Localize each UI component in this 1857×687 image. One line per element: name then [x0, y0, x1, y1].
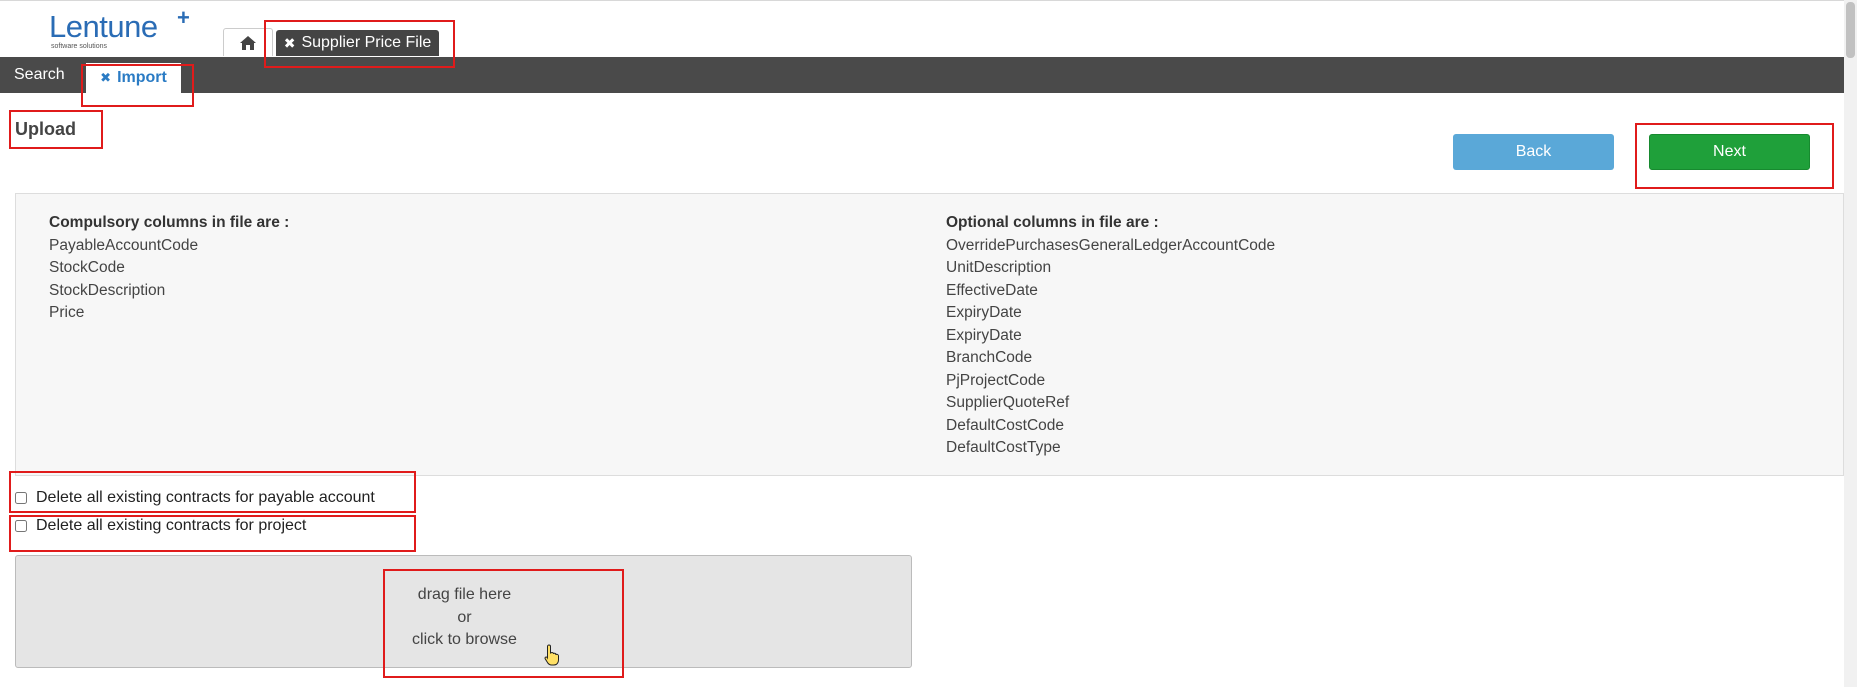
optional-column-item: DefaultCostType — [946, 439, 1061, 456]
compulsory-heading: Compulsory columns in file are : — [49, 214, 290, 231]
compulsory-columns: Compulsory columns in file are : Payable… — [49, 212, 289, 325]
optional-heading: Optional columns in file are : — [946, 214, 1159, 231]
subnav-tab-search[interactable]: Search — [14, 66, 65, 84]
logo-text: Lentune — [49, 9, 158, 44]
annotation-box — [9, 110, 103, 149]
annotation-box — [1635, 123, 1834, 189]
compulsory-column-item: Price — [49, 304, 85, 321]
optional-column-item: ExpiryDate — [946, 304, 1022, 321]
optional-column-item: DefaultCostCode — [946, 416, 1065, 434]
logo-tagline: software solutions — [51, 43, 108, 50]
optional-column-item: EffectiveDate — [946, 281, 1038, 299]
annotation-box — [383, 569, 624, 678]
top-border — [0, 0, 1857, 1]
optional-column-item: SupplierQuoteRef — [946, 394, 1070, 411]
logo: Lentune + software solutions — [49, 5, 190, 50]
compulsory-column-item: PayableAccountCode — [49, 236, 199, 254]
back-button[interactable]: Back — [1453, 134, 1614, 170]
annotation-box — [9, 471, 416, 513]
optional-column-item: BranchCode — [946, 349, 1033, 366]
logo-plus: + — [177, 5, 190, 30]
optional-column-item: OverridePurchasesGeneralLedgerAccountCod… — [946, 236, 1276, 254]
annotation-box — [81, 64, 194, 107]
home-icon — [240, 35, 256, 50]
compulsory-column-item: StockCode — [49, 259, 125, 276]
columns-info-panel: Compulsory columns in file are : Payable… — [15, 193, 1844, 476]
optional-columns: Optional columns in file are : OverrideP… — [946, 212, 1275, 460]
scrollbar[interactable] — [1844, 0, 1857, 687]
optional-column-item: UnitDescription — [946, 259, 1052, 276]
annotation-box — [264, 20, 455, 68]
annotation-box — [9, 515, 416, 552]
optional-column-item: PjProjectCode — [946, 371, 1046, 389]
compulsory-column-item: StockDescription — [49, 281, 166, 299]
optional-column-item: ExpiryDate — [946, 326, 1022, 344]
scrollbar-thumb[interactable] — [1846, 2, 1855, 58]
